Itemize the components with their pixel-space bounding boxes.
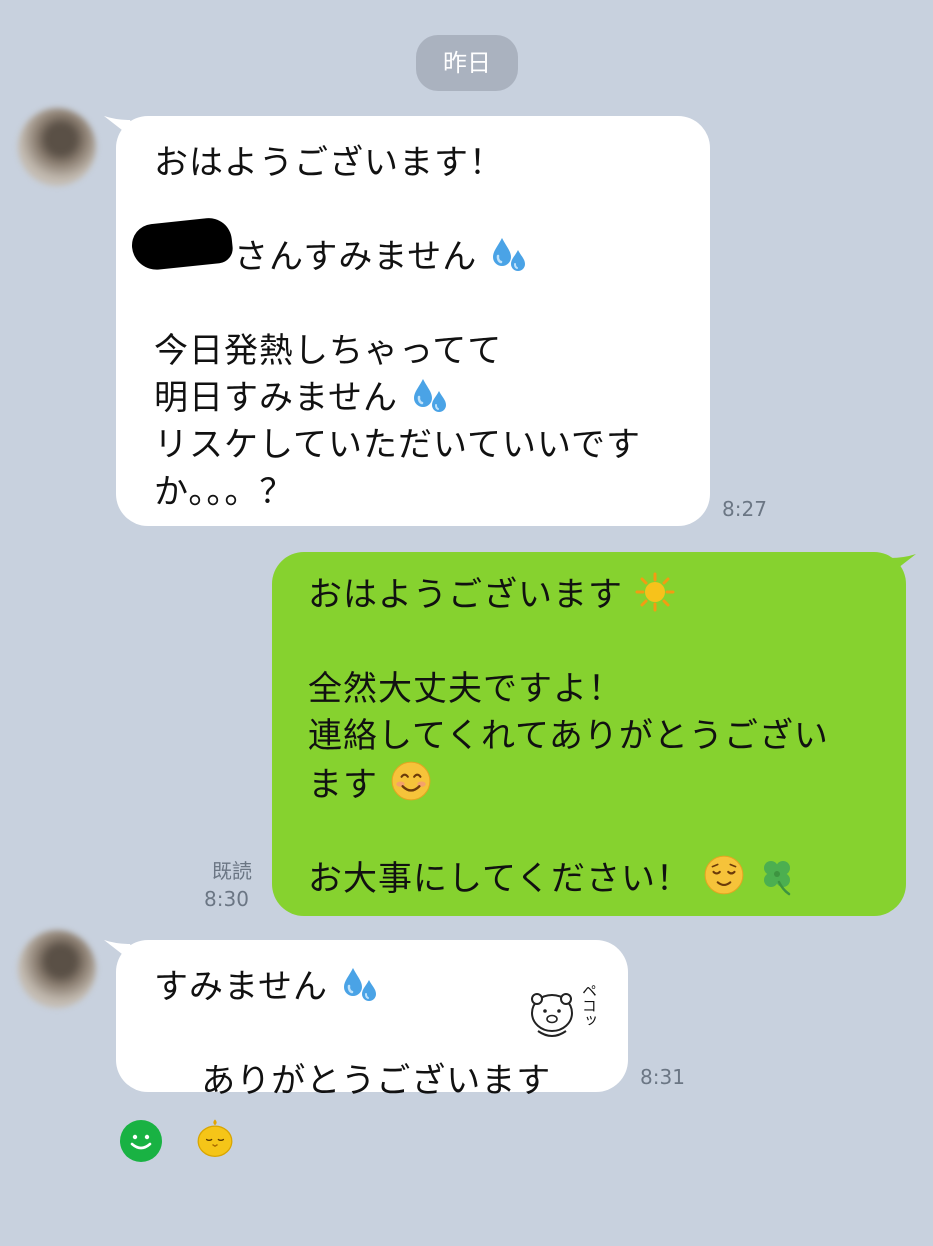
message-line: さんすみません — [154, 234, 710, 281]
sticker-caption: ペコッ — [580, 983, 598, 1028]
message-line: リスケしていただいていいです — [154, 425, 641, 465]
message-line — [308, 619, 906, 666]
message-line — [308, 807, 906, 854]
date-separator: 昨日 — [416, 35, 518, 91]
smiling-face-icon — [390, 760, 432, 802]
sweat-droplets-icon — [340, 964, 380, 1004]
sweat-droplets-icon — [410, 375, 450, 415]
message-line: か。。。？ — [154, 472, 295, 512]
message-line: 明日すみません — [154, 375, 710, 422]
sun-icon — [635, 572, 675, 612]
message-line: 全然大丈夫ですよ！ — [308, 669, 623, 709]
message-line — [154, 281, 710, 328]
read-receipt: 既読 — [212, 859, 252, 883]
message-timestamp: 8:30 — [204, 887, 249, 911]
message-bubble-outgoing[interactable]: おはようございます 全然大丈夫ですよ！ 連絡してくれてありがとうござい ます お… — [272, 552, 906, 916]
four-leaf-clover-icon — [757, 856, 797, 896]
sender-avatar[interactable] — [18, 108, 96, 186]
relieved-face-icon — [703, 854, 745, 896]
message-bubble-incoming[interactable]: おはようございます！ さんすみません 今日発熱しちゃってて 明日すみません リス… — [116, 116, 710, 526]
message-bubble-incoming[interactable]: すみません ありがとうございます ペコッ — [116, 940, 628, 1101]
chick-reaction-icon[interactable] — [194, 1116, 236, 1158]
smile-reaction-icon[interactable] — [120, 1120, 162, 1162]
message-line: お大事にしてください！ — [308, 854, 906, 901]
message-line: 連絡してくれてありがとうござい — [308, 716, 829, 756]
message-line: ます — [308, 760, 906, 807]
message-timestamp: 8:31 — [640, 1065, 685, 1089]
bowing-bear-sticker-icon — [531, 993, 573, 1037]
message-line: ありがとうございます ペコッ — [201, 983, 598, 1101]
message-line: おはようございます — [308, 572, 906, 619]
sweat-droplets-icon — [489, 234, 529, 274]
message-line: おはようございます！ — [154, 143, 504, 183]
message-line: 今日発熱しちゃってて — [154, 331, 503, 371]
message-timestamp: 8:27 — [722, 497, 767, 521]
sender-avatar[interactable] — [18, 930, 96, 1008]
message-line — [154, 187, 710, 234]
